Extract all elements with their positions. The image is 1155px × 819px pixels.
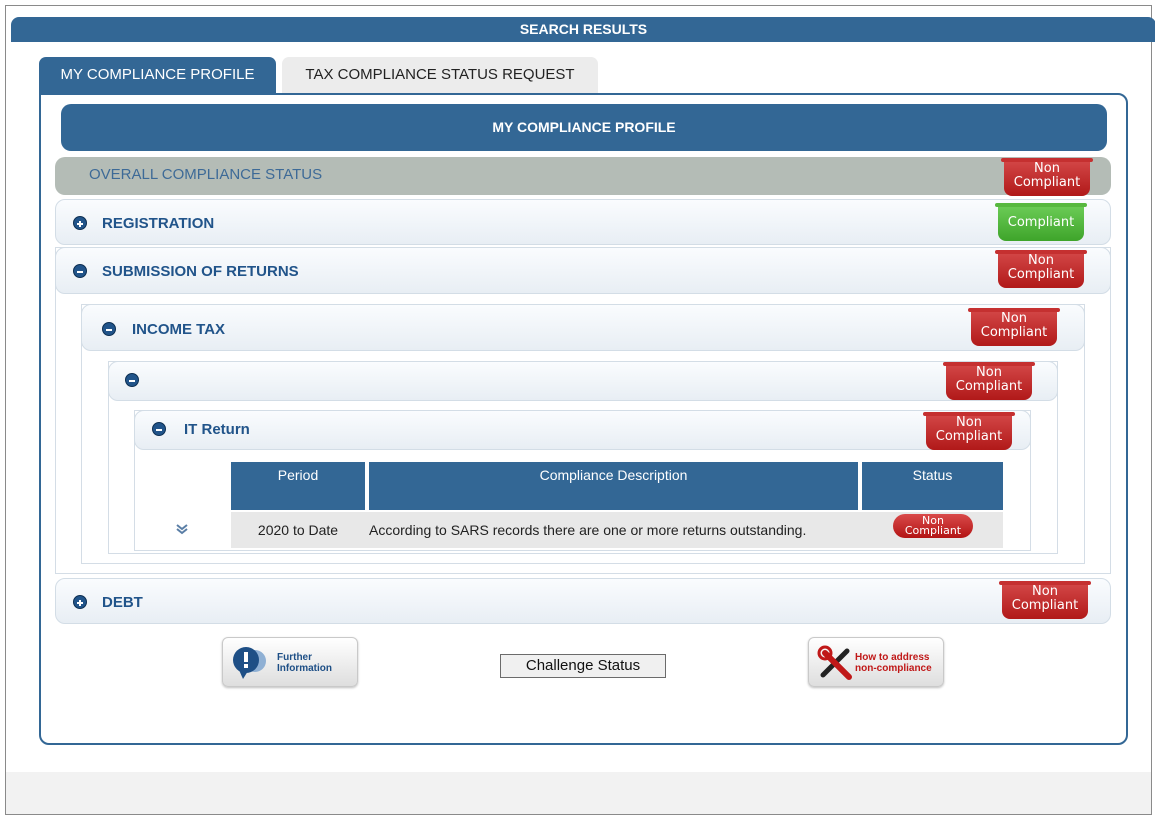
button-line-1: Further — [277, 652, 312, 663]
collapse-icon[interactable] — [125, 373, 139, 387]
badge-line-2: Compliant — [980, 325, 1048, 340]
income-tax-label: INCOME TAX — [132, 321, 226, 338]
badge-line-2: Compliant — [1011, 598, 1079, 613]
sub-section-status-badge: Non Compliant — [943, 362, 1035, 400]
profile-header: MY COMPLIANCE PROFILE — [61, 104, 1107, 151]
search-results-header: SEARCH RESULTS — [11, 17, 1155, 42]
overall-status-badge: Non Compliant — [1001, 158, 1093, 196]
badge-line-2: Compliant — [955, 379, 1023, 394]
badge-line-1: Non — [976, 365, 1002, 380]
collapse-icon[interactable] — [73, 264, 87, 278]
collapse-icon[interactable] — [152, 422, 166, 436]
table-header-period: Period — [231, 462, 365, 510]
challenge-status-button[interactable]: Challenge Status — [500, 654, 666, 678]
it-return-label: IT Return — [184, 421, 250, 438]
tab-tax-compliance-status-request[interactable]: TAX COMPLIANCE STATUS REQUEST — [282, 57, 598, 93]
debt-status-badge: Non Compliant — [999, 581, 1091, 619]
badge-line-2: Compliant — [1007, 267, 1075, 282]
badge-line-1: Non — [1032, 584, 1058, 599]
badge-line-1: Compliant — [1007, 215, 1075, 230]
row-status-pill: Non Compliant — [893, 514, 973, 538]
sub-section-row[interactable] — [108, 361, 1058, 401]
info-bubble-icon — [233, 647, 266, 679]
tab-my-compliance-profile[interactable]: MY COMPLIANCE PROFILE — [39, 57, 276, 93]
badge-line-1: Non — [1028, 253, 1054, 268]
overall-compliance-row: OVERALL COMPLIANCE STATUS — [55, 157, 1111, 195]
table-cell-period: 2020 to Date — [231, 512, 365, 548]
income-tax-row[interactable] — [81, 304, 1085, 351]
submission-status-badge: Non Compliant — [995, 250, 1087, 288]
badge-line-2: Compliant — [904, 524, 962, 537]
expand-icon[interactable] — [73, 216, 87, 230]
button-line-2: Information — [277, 663, 332, 674]
debt-row[interactable] — [55, 578, 1111, 624]
button-line-1: How to address — [855, 652, 930, 663]
it-return-status-badge: Non Compliant — [923, 412, 1015, 450]
how-to-address-button[interactable]: How to address non-compliance — [808, 637, 944, 687]
button-line-2: non-compliance — [855, 663, 932, 674]
badge-line-1: Non — [1001, 311, 1027, 326]
badge-line-2: Compliant — [1013, 175, 1081, 190]
badge-line-1: Non — [1034, 161, 1060, 176]
registration-status-badge: Compliant — [995, 203, 1087, 241]
table-header-status: Status — [862, 462, 1003, 510]
income-tax-status-badge: Non Compliant — [968, 308, 1060, 346]
expand-icon[interactable] — [73, 595, 87, 609]
registration-label: REGISTRATION — [102, 215, 215, 232]
badge-line-1: Non — [956, 415, 982, 430]
further-information-button[interactable]: Further Information — [222, 637, 358, 687]
collapse-icon[interactable] — [102, 322, 116, 336]
tools-icon — [817, 645, 852, 680]
it-return-row[interactable] — [134, 410, 1031, 450]
chevron-down-icon[interactable] — [176, 523, 188, 535]
submission-label: SUBMISSION OF RETURNS — [102, 263, 299, 280]
overall-compliance-label: OVERALL COMPLIANCE STATUS — [89, 166, 323, 183]
table-header-description: Compliance Description — [369, 462, 858, 510]
badge-line-2: Compliant — [935, 429, 1003, 444]
footer-bar — [6, 772, 1151, 814]
debt-label: DEBT — [102, 594, 143, 611]
table-cell-description: According to SARS records there are one … — [365, 512, 862, 548]
